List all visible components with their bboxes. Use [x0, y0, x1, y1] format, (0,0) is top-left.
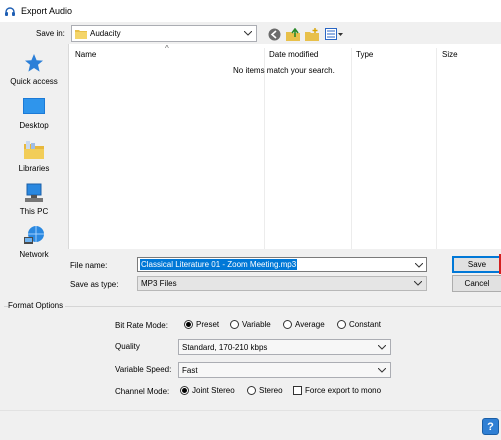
column-divider [436, 48, 437, 249]
bit-rate-constant-radio[interactable]: Constant [337, 320, 381, 329]
help-button[interactable]: ? [482, 418, 499, 435]
file-name-value: Classical Literature 01 - Zoom Meeting.m… [140, 259, 298, 270]
save-in-dropdown[interactable]: Audacity [71, 25, 257, 42]
view-menu-icon[interactable] [324, 27, 344, 41]
chevron-down-icon [377, 343, 387, 351]
folder-icon [75, 29, 87, 39]
bit-rate-variable-radio[interactable]: Variable [230, 320, 271, 329]
save-in-value: Audacity [90, 29, 121, 38]
radio-label: Variable [242, 320, 271, 329]
place-label: Network [19, 250, 49, 259]
star-icon [22, 52, 46, 74]
file-list[interactable]: ^ Name Date modified Type Size No items … [68, 44, 501, 249]
variable-speed-label: Variable Speed: [115, 365, 172, 374]
cancel-button[interactable]: Cancel [452, 275, 501, 292]
up-folder-icon[interactable] [286, 27, 300, 41]
sort-caret-icon: ^ [165, 44, 169, 53]
format-options-heading: Format Options [8, 301, 66, 310]
variable-speed-dropdown[interactable]: Fast [178, 362, 391, 378]
chevron-down-icon [414, 261, 424, 270]
quality-dropdown[interactable]: Standard, 170-210 kbps [178, 339, 391, 355]
computer-icon [22, 182, 46, 204]
desktop-icon [22, 96, 46, 118]
column-header-date-modified[interactable]: Date modified [269, 50, 318, 59]
place-label: Desktop [19, 121, 49, 130]
variable-speed-value: Fast [182, 365, 198, 375]
empty-message: No items match your search. [233, 66, 335, 75]
checkbox-label: Force export to mono [305, 386, 382, 395]
channel-mode-label: Channel Mode: [115, 387, 170, 396]
place-this-pc[interactable]: This PC [4, 182, 64, 216]
file-name-label: File name: [70, 261, 108, 270]
chevron-down-icon [413, 280, 423, 288]
title-bar: Export Audio [0, 0, 501, 22]
channel-joint-stereo-radio[interactable]: Joint Stereo [180, 386, 235, 395]
chevron-down-icon [377, 366, 387, 374]
radio-button[interactable] [180, 386, 189, 395]
radio-button[interactable] [230, 320, 239, 329]
bit-rate-mode-label: Bit Rate Mode: [115, 321, 168, 330]
radio-button[interactable] [184, 320, 193, 329]
libraries-icon [22, 139, 46, 161]
radio-button[interactable] [337, 320, 346, 329]
radio-label: Joint Stereo [192, 386, 235, 395]
save-as-type-label: Save as type: [70, 280, 119, 289]
save-button[interactable]: Save [452, 256, 501, 273]
place-label: Libraries [18, 164, 50, 173]
column-header-type[interactable]: Type [356, 50, 373, 59]
chevron-down-icon [243, 30, 253, 38]
group-divider [4, 306, 501, 307]
place-libraries[interactable]: Libraries [4, 139, 64, 173]
navigation-toolbar [267, 27, 344, 41]
checkbox[interactable] [293, 386, 302, 395]
new-folder-icon[interactable] [305, 27, 319, 41]
radio-label: Stereo [259, 386, 283, 395]
network-icon [22, 225, 46, 247]
window-title: Export Audio [21, 6, 73, 16]
place-desktop[interactable]: Desktop [4, 96, 64, 130]
column-divider [351, 48, 352, 249]
radio-button[interactable] [247, 386, 256, 395]
place-label: This PC [19, 207, 49, 216]
bit-rate-preset-radio[interactable]: Preset [184, 320, 219, 329]
file-name-input[interactable]: Classical Literature 01 - Zoom Meeting.m… [137, 257, 427, 272]
radio-label: Constant [349, 320, 382, 329]
back-icon[interactable] [267, 27, 281, 41]
force-mono-checkbox[interactable]: Force export to mono [293, 386, 381, 395]
radio-label: Preset [196, 320, 220, 329]
quality-label: Quality [115, 342, 140, 351]
channel-stereo-radio[interactable]: Stereo [247, 386, 283, 395]
save-as-type-value: MP3 Files [141, 279, 177, 288]
place-quick-access[interactable]: Quick access [4, 52, 64, 86]
headphones-icon [3, 4, 17, 18]
column-divider [264, 48, 265, 249]
column-header-name[interactable]: Name [75, 50, 96, 59]
save-as-type-dropdown[interactable]: MP3 Files [137, 276, 427, 291]
place-label: Quick access [10, 77, 58, 86]
place-network[interactable]: Network [4, 225, 64, 259]
column-header-size[interactable]: Size [442, 50, 458, 59]
radio-button[interactable] [283, 320, 292, 329]
save-in-label: Save in: [36, 29, 65, 38]
bottom-bar [0, 410, 501, 440]
radio-label: Average [295, 320, 325, 329]
quality-value: Standard, 170-210 kbps [182, 342, 268, 352]
bit-rate-average-radio[interactable]: Average [283, 320, 325, 329]
